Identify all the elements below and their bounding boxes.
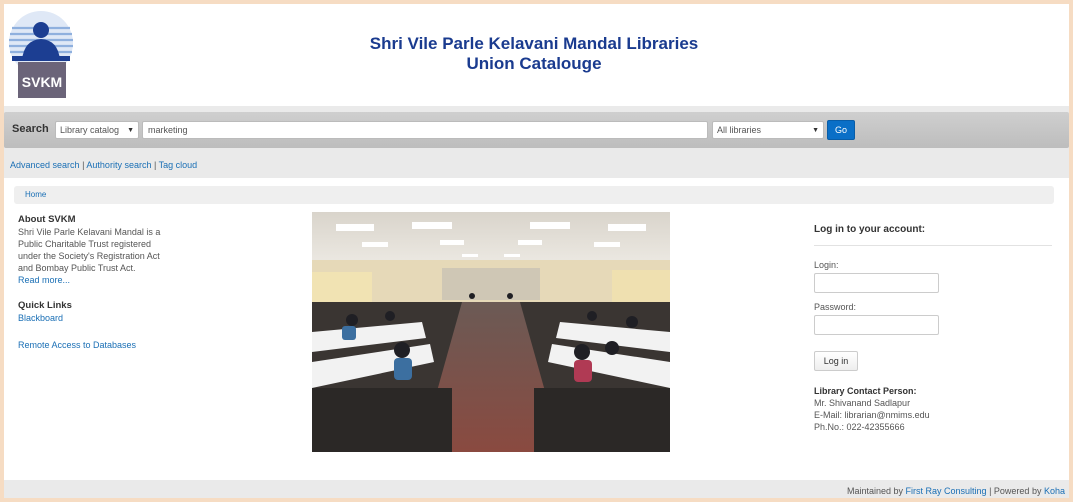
login-label: Login: — [814, 260, 839, 270]
main-content: Home About SVKM Shri Vile Parle Kelavani… — [4, 178, 1069, 480]
contact-heading: Library Contact Person: — [814, 386, 917, 396]
left-sidebar: About SVKM Shri Vile Parle Kelavani Mand… — [18, 214, 176, 351]
separator: | — [153, 160, 157, 170]
blackboard-link[interactable]: Blackboard — [18, 312, 176, 324]
right-sidebar: Log in to your account: Login: Password:… — [814, 214, 1054, 433]
contact-name: Mr. Shivanand Sadlapur — [814, 398, 911, 408]
contact-email: E-Mail: librarian@nmims.edu — [814, 410, 930, 420]
contact-phone: Ph.No.: 022-42355666 — [814, 422, 905, 432]
first-ray-link[interactable]: First Ray Consulting — [906, 486, 987, 496]
footer-powered: | Powered by — [989, 486, 1042, 496]
remote-access-link[interactable]: Remote Access to Databases — [18, 339, 176, 351]
footer-maintained: Maintained by — [846, 486, 904, 496]
search-label: Search — [12, 123, 49, 135]
logo-text: SVKM — [22, 74, 62, 90]
login-field[interactable] — [814, 273, 939, 293]
quick-links-heading: Quick Links — [18, 300, 72, 311]
libraries-select[interactable]: All libraries ▼ — [712, 121, 824, 139]
page: SVKM Shri Vile Parle Kelavani Mandal Lib… — [4, 4, 1069, 498]
search-bar: Search Library catalog ▼ All libraries ▼… — [4, 112, 1069, 148]
catalog-select[interactable]: Library catalog ▼ — [55, 121, 139, 139]
search-links: Advanced search | Authority search | Tag… — [10, 160, 197, 170]
about-heading: About SVKM — [18, 214, 76, 225]
about-text: Shri Vile Parle Kelavani Mandal is a Pub… — [18, 227, 161, 273]
title-line-2: Union Catalouge — [466, 54, 602, 73]
caret-down-icon: ▼ — [812, 127, 819, 134]
page-title: Shri Vile Parle Kelavani Mandal Librarie… — [254, 34, 814, 74]
search-input[interactable] — [142, 121, 708, 139]
authority-search-link[interactable]: Authority search — [86, 160, 151, 170]
title-line-1: Shri Vile Parle Kelavani Mandal Librarie… — [369, 34, 699, 53]
libraries-select-value: All libraries — [717, 125, 762, 135]
svkm-logo[interactable]: SVKM — [8, 10, 78, 100]
password-field[interactable] — [814, 315, 939, 335]
library-photo — [312, 212, 670, 452]
login-heading: Log in to your account: — [814, 214, 1052, 246]
advanced-search-link[interactable]: Advanced search — [10, 160, 80, 170]
caret-down-icon: ▼ — [127, 127, 134, 134]
go-button[interactable]: Go — [827, 120, 855, 140]
password-label: Password: — [814, 302, 857, 312]
footer: Maintained by First Ray Consulting | Pow… — [847, 486, 1065, 496]
breadcrumb-home-link[interactable]: Home — [25, 190, 46, 199]
catalog-select-value: Library catalog — [60, 125, 120, 135]
log-in-button[interactable]: Log in — [814, 351, 858, 371]
header: SVKM Shri Vile Parle Kelavani Mandal Lib… — [4, 4, 1069, 106]
contact-info: Library Contact Person: Mr. Shivanand Sa… — [814, 385, 1054, 433]
breadcrumb: Home — [14, 186, 1054, 204]
read-more-link[interactable]: Read more... — [18, 274, 176, 286]
tag-cloud-link[interactable]: Tag cloud — [159, 160, 198, 170]
separator: | — [82, 160, 85, 170]
koha-link[interactable]: Koha — [1044, 486, 1065, 496]
